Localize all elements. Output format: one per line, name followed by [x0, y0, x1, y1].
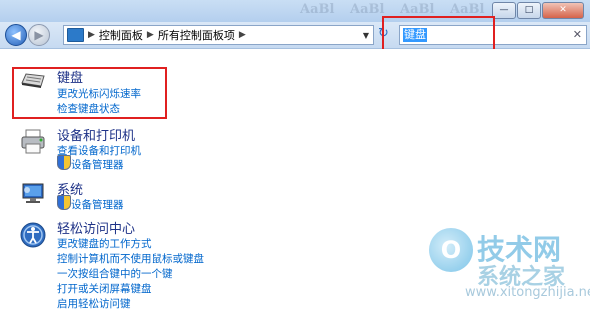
- window-controls: — □ ✕: [491, 2, 584, 19]
- ease-of-access-icon: [20, 222, 46, 248]
- link-change-keyboard-works[interactable]: 更改键盘的工作方式: [57, 236, 152, 251]
- forward-button[interactable]: ▶: [28, 24, 50, 46]
- breadcrumb-all-items[interactable]: 所有控制面板项: [158, 27, 235, 43]
- breadcrumb-arrow-icon[interactable]: ▶: [239, 30, 246, 40]
- minimize-button[interactable]: —: [492, 2, 516, 19]
- uac-shield-icon: [57, 195, 71, 210]
- uac-shield-icon: [57, 155, 71, 170]
- link-device-manager[interactable]: 设备管理器: [71, 157, 124, 172]
- ribbon-ghost-text: AaBl: [450, 2, 485, 17]
- ribbon-ghost-text: AaBl: [350, 2, 385, 17]
- ribbon-ghost-text: AaBl: [400, 2, 435, 17]
- link-on-screen-keyboard[interactable]: 打开或关闭屏幕键盘: [57, 281, 152, 296]
- link-device-manager[interactable]: 设备管理器: [71, 197, 124, 212]
- site-watermark: O 技术网 系统之家 www.xitongzhijia.net: [429, 228, 590, 304]
- control-panel-icon: [67, 28, 84, 42]
- keyboard-highlight-box: [12, 67, 167, 119]
- printer-icon: [21, 129, 45, 154]
- link-no-mouse-keyboard[interactable]: 控制计算机而不使用鼠标或键盘: [57, 251, 204, 266]
- address-dropdown-icon[interactable]: ▼: [359, 26, 373, 44]
- title-bar: AaBl AaBl AaBl AaBl — □ ✕: [0, 0, 590, 23]
- item-title-ease-of-access[interactable]: 轻松访问中心: [57, 218, 135, 237]
- address-bar[interactable]: ▶ 控制面板 ▶ 所有控制面板项 ▶ ▼: [63, 25, 374, 45]
- system-computer-icon: [22, 183, 44, 203]
- breadcrumb-arrow-icon[interactable]: ▶: [88, 30, 95, 40]
- breadcrumb-arrow-icon[interactable]: ▶: [147, 30, 154, 40]
- link-enable-access-keys[interactable]: 启用轻松访问键: [57, 296, 131, 311]
- link-sticky-keys[interactable]: 一次按组合键中的一个键: [57, 266, 173, 281]
- watermark-line-3: www.xitongzhijia.net: [465, 285, 590, 300]
- navigation-bar: ◀ ▶ ▶ 控制面板 ▶ 所有控制面板项 ▶ ▼ ↻ 键盘 ✕: [0, 22, 590, 49]
- breadcrumb-control-panel[interactable]: 控制面板: [99, 27, 143, 43]
- close-button[interactable]: ✕: [542, 2, 584, 19]
- clear-search-icon[interactable]: ✕: [573, 28, 582, 41]
- maximize-button[interactable]: □: [517, 2, 541, 19]
- item-title-devices-printers[interactable]: 设备和打印机: [57, 125, 135, 144]
- back-button[interactable]: ◀: [5, 24, 27, 46]
- ribbon-ghost-text: AaBl: [300, 2, 335, 17]
- watermark-logo-icon: O: [429, 228, 473, 272]
